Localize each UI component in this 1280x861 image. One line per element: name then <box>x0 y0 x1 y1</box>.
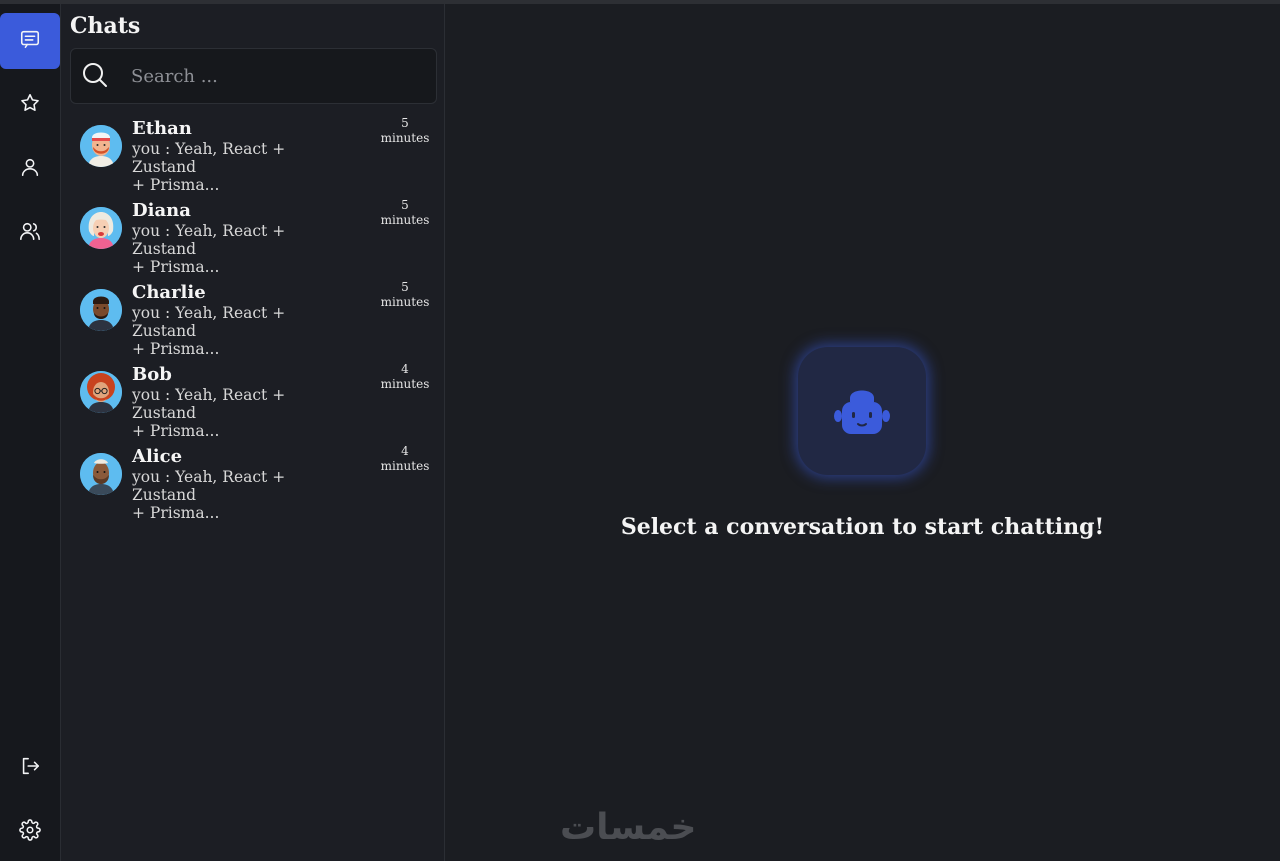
search-input[interactable] <box>129 59 423 93</box>
user-icon <box>19 156 41 182</box>
sidebar-item-groups[interactable] <box>0 205 60 261</box>
message-time: 4 minutes <box>375 362 435 392</box>
time-value: 5 <box>401 116 409 130</box>
preview-line: you : Yeah, React + Zustand <box>132 304 286 340</box>
preview-line: you : Yeah, React + Zustand <box>132 140 286 176</box>
app-root: Chats Ethan you : <box>0 4 1280 861</box>
preview-line: + Prisma... <box>132 258 220 276</box>
message-time: 5 minutes <box>375 280 435 310</box>
chat-list-item[interactable]: Diana you : Yeah, React + Zustand + Pris… <box>70 198 435 276</box>
chat-list-item[interactable]: Charlie you : Yeah, React + Zustand + Pr… <box>70 280 435 358</box>
time-unit: minutes <box>380 131 430 145</box>
avatar <box>80 289 122 331</box>
preview-line: + Prisma... <box>132 340 220 358</box>
message-preview: you : Yeah, React + Zustand + Prisma... <box>132 304 332 358</box>
contact-name: Charlie <box>132 282 206 303</box>
time-value: 4 <box>401 444 409 458</box>
message-preview: you : Yeah, React + Zustand + Prisma... <box>132 140 332 194</box>
chat-list-item[interactable]: Bob you : Yeah, React + Zustand + Prisma… <box>70 362 435 440</box>
chat-list-item[interactable]: Alice you : Yeah, React + Zustand + Pris… <box>70 444 435 522</box>
conversation-area: Select a conversation to start chatting!… <box>445 4 1280 861</box>
contact-name: Ethan <box>132 118 192 139</box>
contact-name: Diana <box>132 200 191 221</box>
message-preview: you : Yeah, React + Zustand + Prisma... <box>132 222 332 276</box>
chat-list-panel: Chats Ethan you : <box>61 4 445 861</box>
time-unit: minutes <box>380 459 430 473</box>
avatar <box>80 207 122 249</box>
bot-icon <box>822 376 902 446</box>
preview-line: + Prisma... <box>132 504 220 522</box>
gear-icon <box>19 819 41 845</box>
sidebar-item-chats[interactable] <box>0 13 60 69</box>
time-value: 5 <box>401 198 409 212</box>
time-unit: minutes <box>380 295 430 309</box>
avatar <box>80 371 122 413</box>
preview-line: you : Yeah, React + Zustand <box>132 468 286 504</box>
preview-line: you : Yeah, React + Zustand <box>132 222 286 258</box>
preview-line: + Prisma... <box>132 422 220 440</box>
empty-state-message: Select a conversation to start chatting! <box>620 514 1105 540</box>
icon-sidebar <box>0 4 61 861</box>
contact-name: Alice <box>132 446 183 467</box>
contact-name: Bob <box>132 364 172 385</box>
preview-line: you : Yeah, React + Zustand <box>132 386 286 422</box>
panel-title: Chats <box>70 13 141 39</box>
chat-list-item[interactable]: Ethan you : Yeah, React + Zustand + Pris… <box>70 116 435 194</box>
settings-button[interactable] <box>0 804 60 860</box>
message-square-icon <box>19 28 41 54</box>
logout-icon <box>19 755 41 781</box>
logout-button[interactable] <box>0 740 60 796</box>
search-box[interactable] <box>70 48 437 104</box>
time-value: 5 <box>401 280 409 294</box>
sidebar-item-favorites[interactable] <box>0 77 60 133</box>
time-value: 4 <box>401 362 409 376</box>
sidebar-item-profile[interactable] <box>0 141 60 197</box>
users-icon <box>19 220 41 246</box>
message-time: 5 minutes <box>375 198 435 228</box>
search-icon <box>81 61 109 89</box>
message-time: 4 minutes <box>375 444 435 474</box>
message-time: 5 minutes <box>375 116 435 146</box>
star-icon <box>19 92 41 118</box>
watermark-logo: خمسات <box>560 807 697 848</box>
time-unit: minutes <box>380 213 430 227</box>
avatar <box>80 125 122 167</box>
empty-state-badge <box>798 347 926 475</box>
message-preview: you : Yeah, React + Zustand + Prisma... <box>132 468 332 522</box>
preview-line: + Prisma... <box>132 176 220 194</box>
time-unit: minutes <box>380 377 430 391</box>
message-preview: you : Yeah, React + Zustand + Prisma... <box>132 386 332 440</box>
avatar <box>80 453 122 495</box>
